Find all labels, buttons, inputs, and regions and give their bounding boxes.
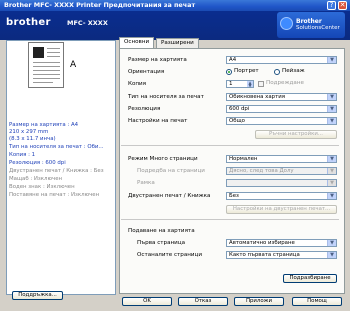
preview-picture: [33, 47, 44, 58]
chevron-down-icon: ▼: [327, 252, 336, 258]
duplex-select[interactable]: Без ▼: [226, 192, 337, 200]
page-order-select[interactable]: Дясно, след това Долу ▼: [226, 167, 337, 175]
chevron-down-icon: ▼: [327, 57, 336, 63]
chevron-down-icon: ▼: [327, 193, 336, 199]
chevron-down-icon: ▼: [327, 168, 336, 174]
summary-dimensions-mm: 210 x 297 mm: [9, 129, 49, 135]
summary-copies: Копия : 1: [9, 152, 36, 158]
other-pages-select[interactable]: Както първата страница ▼: [226, 251, 337, 259]
border-select[interactable]: ▼: [226, 179, 337, 187]
paper-size-value: A4: [229, 57, 237, 63]
portrait-label: Портрет: [234, 68, 259, 74]
page-order-label: Подредба на страници: [137, 168, 205, 174]
manual-settings-button[interactable]: Ръчни настройки...: [255, 130, 337, 139]
multipage-value: Нормален: [229, 156, 258, 162]
solutions-center-line2: SolutionsCenter: [296, 25, 340, 31]
solutions-center-button[interactable]: Brother SolutionsCenter: [277, 12, 345, 38]
resolution-select[interactable]: 600 dpi ▼: [226, 105, 337, 113]
divider: [121, 145, 339, 146]
brand-logo: brother: [6, 17, 51, 28]
cancel-button[interactable]: Отказ: [178, 297, 228, 306]
help-button[interactable]: Помощ: [292, 297, 342, 306]
apply-button[interactable]: Приложи: [234, 297, 284, 306]
summary-duplex: Двустранен печат / Книжка : Без: [9, 168, 104, 174]
title-bar: Brother MFC- XXXX Printer Предпочитания …: [0, 0, 350, 11]
media-type-select[interactable]: Обикновена хартия ▼: [226, 93, 337, 101]
page-order-value: Дясно, след това Долу: [229, 168, 294, 174]
tab-basic[interactable]: Основни: [119, 37, 155, 48]
resolution-label: Резолюция: [128, 106, 161, 112]
border-label: Рамка: [137, 180, 155, 186]
multipage-select[interactable]: Нормален ▼: [226, 155, 337, 163]
other-pages-label: Останалите страници: [137, 252, 202, 258]
media-type-label: Тип на носителя за печат: [128, 94, 204, 100]
copies-value: 1: [229, 81, 233, 87]
collate-checkbox[interactable]: [258, 81, 264, 87]
summary-resolution: Резолюция : 600 dpi: [9, 160, 66, 166]
duplex-value: Без: [229, 193, 239, 199]
first-page-select[interactable]: Автоматично избиране ▼: [226, 239, 337, 247]
other-pages-value: Както първата страница: [229, 252, 300, 258]
first-page-label: Първа страница: [137, 240, 186, 246]
duplex-settings-button[interactable]: Настройки на двустранен печат...: [226, 205, 337, 214]
copies-stepper[interactable]: 1 ▲ ▼: [226, 80, 254, 88]
page-preview-icon: [28, 42, 64, 88]
spin-arrows-icon[interactable]: ▲ ▼: [247, 81, 253, 88]
solutions-center-icon: [280, 17, 293, 30]
page-letter: A: [70, 60, 77, 70]
help-window-button[interactable]: ?: [327, 1, 336, 10]
summary-header-footer: Поставяне на печат : Изключен: [9, 192, 100, 198]
summary-media-type: Тип на носителя за печат : Оби...: [9, 144, 104, 150]
copies-label: Копия: [128, 81, 147, 87]
landscape-radio[interactable]: [274, 69, 280, 75]
duplex-label: Двустранен печат / Книжка: [128, 193, 211, 199]
orientation-label: Ориентация: [128, 69, 165, 75]
chevron-down-icon: ▼: [327, 156, 336, 162]
media-type-value: Обикновена хартия: [229, 94, 285, 100]
chevron-down-icon: ▼: [327, 118, 336, 124]
summary-scaling: Мащаб : Изключен: [9, 176, 63, 182]
ok-button[interactable]: OK: [122, 297, 172, 306]
chevron-down-icon: ▼: [327, 240, 336, 246]
print-settings-value: Общо: [229, 118, 245, 124]
print-settings-select[interactable]: Общо ▼: [226, 117, 337, 125]
solutions-center-line1: Brother: [296, 18, 322, 25]
summary-watermark: Воден знак : Изключен: [9, 184, 75, 190]
summary-paper-size: Размер на хартията : A4: [9, 122, 79, 128]
resolution-value: 600 dpi: [229, 106, 250, 112]
portrait-radio[interactable]: [226, 69, 232, 75]
paper-source-label: Подаване на хартията: [128, 228, 195, 234]
chevron-down-icon: ▼: [327, 180, 336, 186]
chevron-down-icon: ▼: [327, 106, 336, 112]
paper-size-select[interactable]: A4 ▼: [226, 56, 337, 64]
first-page-value: Автоматично избиране: [229, 240, 295, 246]
multipage-label: Режим Много страници: [128, 156, 198, 162]
tab-advanced[interactable]: Разширени: [156, 38, 199, 48]
landscape-label: Пейзаж: [282, 68, 305, 74]
chevron-down-icon: ▼: [327, 94, 336, 100]
divider: [121, 219, 339, 220]
collate-label: Подреждане: [266, 80, 304, 86]
model-name: MFC- XXXX: [67, 19, 108, 27]
paper-size-label: Размер на хартията: [128, 57, 187, 63]
default-button[interactable]: Подразбиране: [283, 274, 337, 283]
support-button[interactable]: Поддръжка...: [12, 291, 63, 300]
print-settings-label: Настройки на печат: [128, 118, 188, 124]
window-title: Brother MFC- XXXX Printer Предпочитания …: [4, 1, 196, 9]
summary-dimensions-inch: (8.3 x 11.7 инча): [9, 136, 56, 142]
close-window-button[interactable]: ✕: [338, 1, 347, 10]
